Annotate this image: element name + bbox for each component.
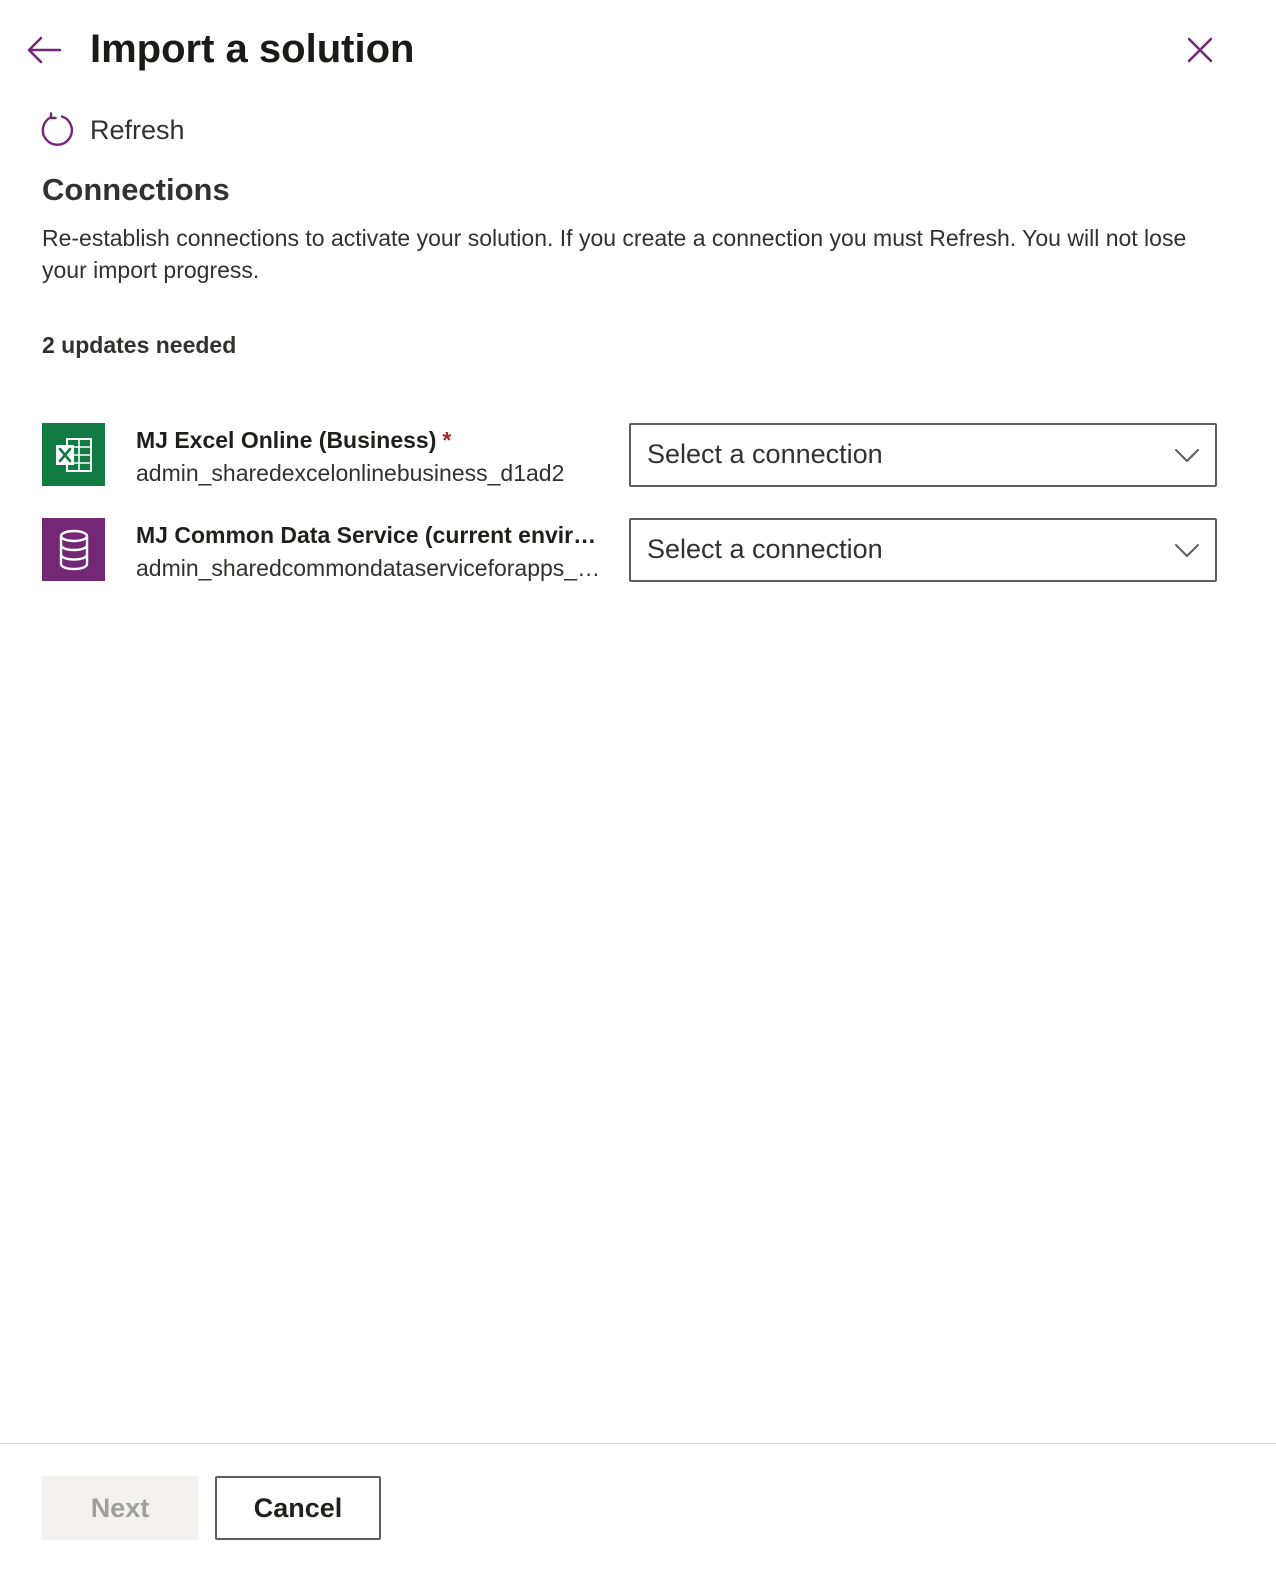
connection-row: MJ Excel Online (Business) * admin_shared… [42, 423, 1217, 487]
section-description: Re-establish connections to activate you… [42, 225, 1187, 283]
close-icon [1187, 37, 1213, 63]
page-title: Import a solution [90, 27, 415, 71]
connection-logical-name: admin_sharedcommondataserviceforapps_xxx… [136, 555, 606, 581]
connection-name: MJ Excel Online (Business) * [136, 427, 452, 453]
database-icon [42, 518, 105, 581]
excel-icon [42, 423, 105, 486]
connection-info: MJ Common Data Service (current environm… [136, 520, 606, 584]
dropdown-placeholder: Select a connection [647, 439, 883, 469]
footer-divider [0, 1443, 1276, 1444]
cancel-button[interactable]: Cancel [215, 1476, 381, 1540]
chevron-down-icon [1175, 544, 1199, 557]
arrow-left-icon [27, 36, 62, 64]
connection-row: MJ Common Data Service (current environm… [42, 518, 1217, 582]
connection-logical-name: admin_sharedexcelonlinebusiness_d1ad2 [136, 460, 565, 486]
connection-name: MJ Common Data Service (current environm… [136, 522, 606, 548]
updates-count: 2 updates needed [42, 332, 237, 358]
connection-dropdown[interactable]: Select a connection [629, 518, 1217, 582]
refresh-button[interactable]: Refresh [40, 108, 185, 152]
refresh-label: Refresh [90, 114, 185, 145]
connection-dropdown[interactable]: Select a connection [629, 423, 1217, 487]
dropdown-placeholder: Select a connection [647, 534, 883, 564]
required-indicator: * [442, 427, 452, 453]
close-button[interactable] [1178, 28, 1222, 72]
chevron-down-icon [1175, 449, 1199, 462]
back-button[interactable] [22, 28, 66, 72]
refresh-icon [41, 112, 74, 146]
section-title: Connections [42, 172, 230, 207]
next-button[interactable]: Next [41, 1476, 199, 1540]
panel-header: Import a solution [0, 0, 1276, 100]
connection-info: MJ Excel Online (Business) * admin_shared… [136, 425, 606, 489]
